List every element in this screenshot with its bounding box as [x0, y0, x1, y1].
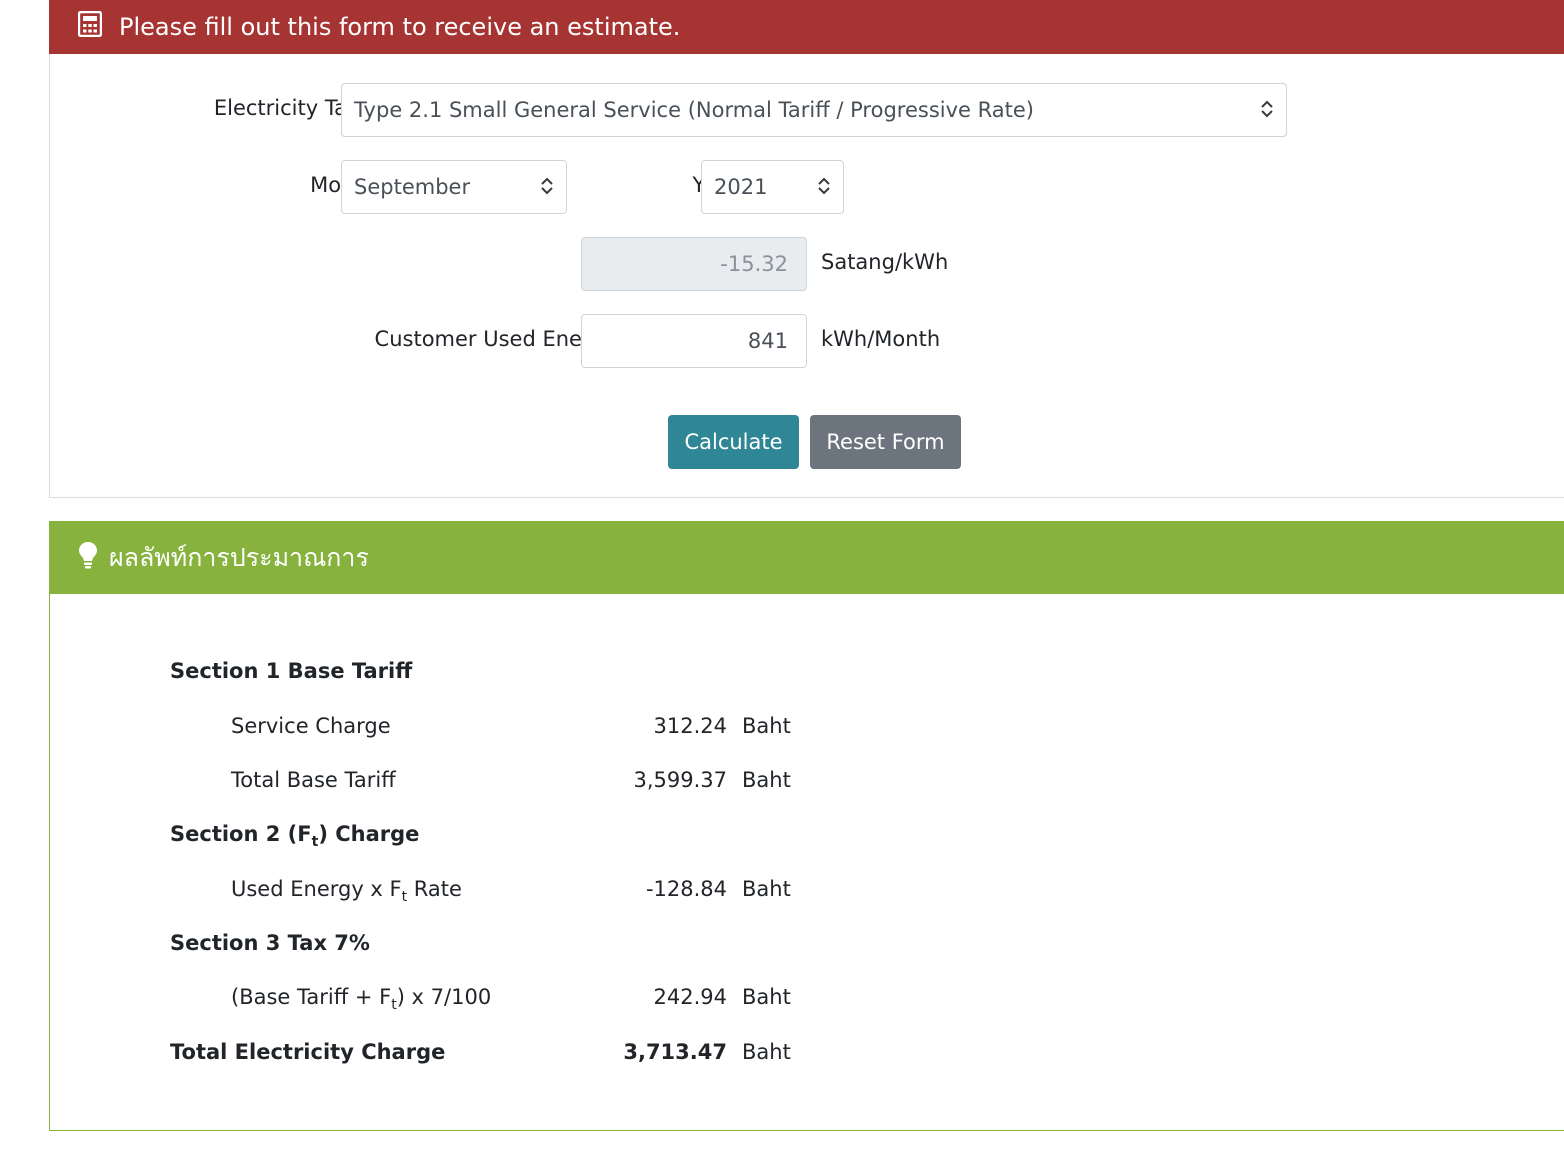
tariff-value: Type 2.1 Small General Service (Normal T… — [354, 98, 1034, 122]
tax-label: (Base Tariff + Ft) x 7/100 — [231, 985, 491, 1013]
month-value: September — [354, 175, 471, 199]
reset-form-button[interactable]: Reset Form — [810, 415, 961, 469]
total-base-value: 3,599.37 — [633, 768, 727, 792]
year-value: 2021 — [714, 175, 768, 199]
section2-post: ) Charge — [318, 822, 420, 846]
result-header: ผลลัพท์การประมาณการ — [49, 521, 1564, 594]
section3-title: Section 3 Tax 7% — [170, 931, 370, 955]
section2-pre: Section 2 (F — [170, 822, 312, 846]
calculator-icon — [77, 10, 103, 43]
ft-rate-post: Rate — [407, 877, 462, 901]
energy-label: Customer Used Energy — [374, 327, 616, 351]
lightbulb-icon — [78, 541, 98, 575]
total-base-label: Total Base Tariff — [231, 768, 396, 792]
ft-rate-value: -128.84 — [645, 877, 727, 901]
result-card: ผลลัพท์การประมาณการ Section 1 Base Tarif… — [49, 521, 1564, 1131]
total-charge-value: 3,713.47 — [623, 1040, 727, 1064]
estimate-form-card: Please fill out this form to receive an … — [49, 0, 1564, 498]
tax-value: 242.94 — [653, 985, 727, 1009]
total-charge-label: Total Electricity Charge — [170, 1040, 446, 1064]
ft-rate-label: Used Energy x Ft Rate — [231, 877, 462, 905]
ft-input: -15.32 — [581, 237, 807, 291]
chevron-updown-icon — [541, 177, 553, 195]
tax-post: ) x 7/100 — [396, 985, 492, 1009]
section1-title: Section 1 Base Tariff — [170, 659, 413, 683]
section2-title: Section 2 (Ft) Charge — [170, 822, 419, 850]
year-select[interactable]: 2021 — [701, 160, 844, 214]
form-header: Please fill out this form to receive an … — [49, 0, 1564, 54]
currency-label: Baht — [742, 877, 791, 901]
currency-label: Baht — [742, 985, 791, 1009]
service-charge-value: 312.24 — [653, 714, 727, 738]
energy-input[interactable]: 841 — [581, 314, 807, 368]
ft-unit: Satang/kWh — [821, 250, 949, 274]
currency-label: Baht — [742, 768, 791, 792]
tariff-select[interactable]: Type 2.1 Small General Service (Normal T… — [341, 83, 1287, 137]
result-header-text: ผลลัพท์การประมาณการ — [109, 542, 369, 572]
chevron-updown-icon — [1261, 100, 1273, 118]
tax-pre: (Base Tariff + F — [231, 985, 392, 1009]
ft-rate-pre: Used Energy x F — [231, 877, 402, 901]
currency-label: Baht — [742, 714, 791, 738]
form-header-text: Please fill out this form to receive an … — [119, 12, 681, 41]
month-select[interactable]: September — [341, 160, 567, 214]
chevron-updown-icon — [818, 177, 830, 195]
service-charge-label: Service Charge — [231, 714, 391, 738]
calculate-button[interactable]: Calculate — [668, 415, 799, 469]
currency-label: Baht — [742, 1040, 791, 1064]
energy-unit: kWh/Month — [821, 327, 941, 351]
